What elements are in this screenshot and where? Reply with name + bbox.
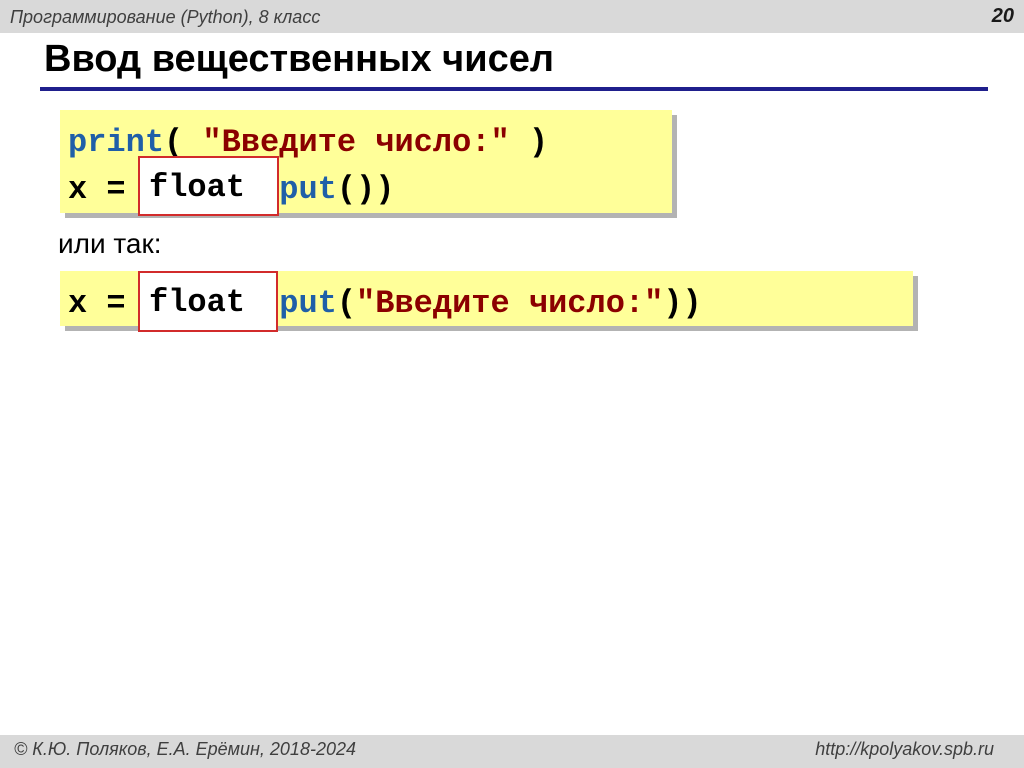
footer-url: http://kpolyakov.spb.ru [815, 739, 994, 759]
code-punct: ( [336, 285, 357, 322]
title-underline [40, 87, 988, 91]
footer-copyright: © К.Ю. Поляков, Е.А. Ерёмин, 2018-2024 [14, 739, 356, 759]
code-assign: x = [68, 171, 145, 208]
or-like-this-text: или так: [58, 228, 162, 259]
course-name: Программирование (Python), 8 класс [10, 7, 321, 27]
code-assign: x = [68, 285, 145, 322]
footer-bar: © К.Ю. Поляков, Е.А. Ерёмин, 2018-2024 h… [0, 735, 1024, 768]
slide: Программирование (Python), 8 класс 20 Вв… [0, 0, 1024, 768]
header-bar: Программирование (Python), 8 класс 20 [0, 0, 1024, 33]
page-number: 20 [991, 5, 1014, 27]
code-punct: ) [509, 124, 549, 161]
slide-title: Ввод вещественных чисел [44, 38, 554, 80]
code-punct: )) [663, 285, 702, 322]
float-highlight-box: float [138, 271, 278, 332]
code-punct: ()) [336, 171, 395, 208]
string-literal: "Введите число:" [356, 285, 664, 322]
float-highlight-box: float [138, 156, 279, 216]
